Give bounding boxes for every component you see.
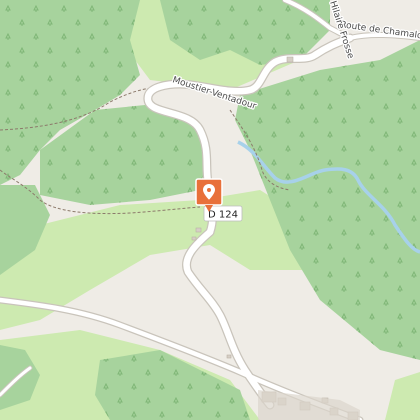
building [191, 236, 197, 241]
svg-text:D 124: D 124 [208, 210, 238, 221]
building [195, 227, 202, 233]
map-canvas: Moustier-Ventadour Route de Chamalot Hil… [0, 0, 420, 420]
building [226, 354, 232, 359]
map-view[interactable]: Moustier-Ventadour Route de Chamalot Hil… [0, 0, 420, 420]
building [286, 56, 294, 63]
